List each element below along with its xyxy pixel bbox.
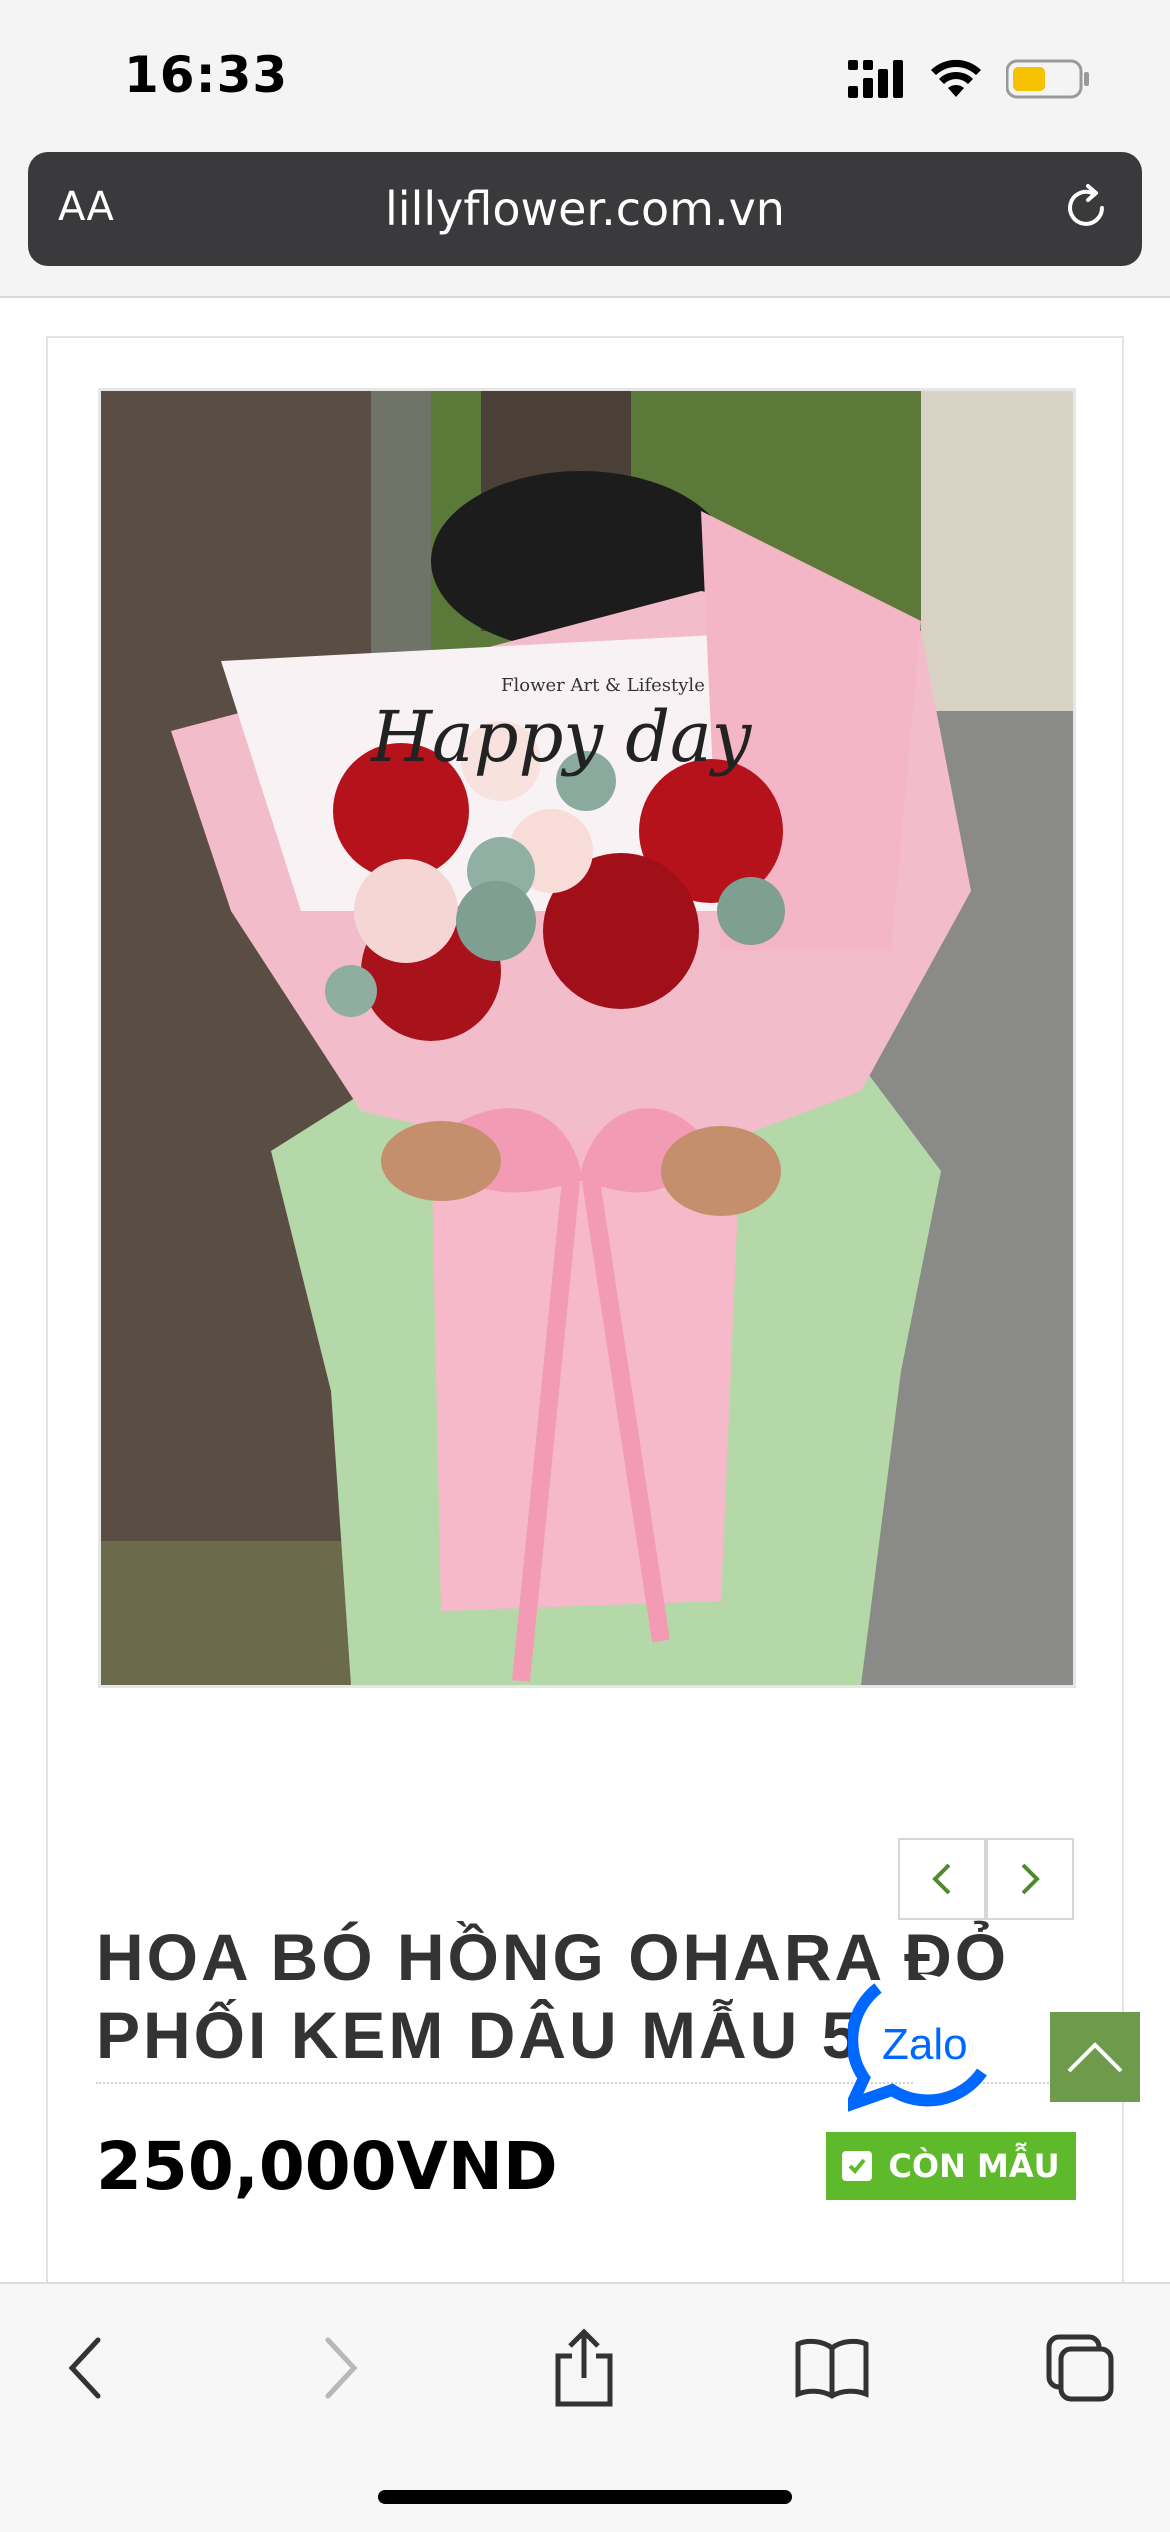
back-button[interactable]	[46, 2328, 126, 2408]
cellular-signal-icon	[848, 60, 903, 98]
battery-icon	[1006, 59, 1089, 99]
tabs-icon	[1046, 2334, 1114, 2402]
card-text-2: Happy day	[369, 696, 753, 778]
back-to-top-button[interactable]	[1050, 2012, 1140, 2102]
book-icon	[795, 2338, 869, 2399]
forward-button[interactable]	[300, 2328, 380, 2408]
zalo-label: Zalo	[882, 2020, 968, 2069]
next-image-button[interactable]	[986, 1838, 1074, 1920]
browser-toolbar	[0, 2282, 1170, 2532]
home-indicator	[378, 2490, 792, 2504]
address-bar-area: AA lillyflower.com.vn	[0, 140, 1170, 298]
share-icon	[555, 2328, 613, 2407]
product-price: 250,000VND	[96, 2128, 558, 2205]
back-arrow-icon	[68, 2337, 101, 2399]
product-image[interactable]: Flower Art & Lifestyle Happy day	[98, 388, 1076, 1688]
wifi-icon	[931, 59, 981, 97]
chevron-right-icon	[1021, 1863, 1040, 1895]
url-text[interactable]: lillyflower.com.vn	[28, 182, 1142, 236]
prev-image-button[interactable]	[898, 1838, 986, 1920]
stock-label: CÒN MẪU	[888, 2147, 1060, 2185]
stock-badge: CÒN MẪU	[826, 2132, 1076, 2200]
chevron-up-icon	[1067, 2042, 1123, 2073]
share-button[interactable]	[544, 2328, 624, 2408]
forward-arrow-icon	[325, 2337, 358, 2399]
status-icons	[848, 54, 1090, 104]
tabs-button[interactable]	[1040, 2328, 1120, 2408]
address-bar[interactable]: AA lillyflower.com.vn	[28, 152, 1142, 266]
status-time: 16:33	[124, 46, 289, 104]
bouquet-photo: Flower Art & Lifestyle Happy day	[101, 391, 1073, 1685]
reload-icon[interactable]	[1058, 180, 1114, 236]
chevron-left-icon	[932, 1863, 951, 1895]
image-nav	[898, 1838, 1074, 1920]
card-text-1: Flower Art & Lifestyle	[501, 675, 705, 696]
status-bar: 16:33	[0, 0, 1170, 140]
checkbox-check-icon	[842, 2151, 873, 2181]
bookmarks-button[interactable]	[792, 2328, 872, 2408]
zalo-chat-button[interactable]: Zalo	[840, 1968, 992, 2115]
